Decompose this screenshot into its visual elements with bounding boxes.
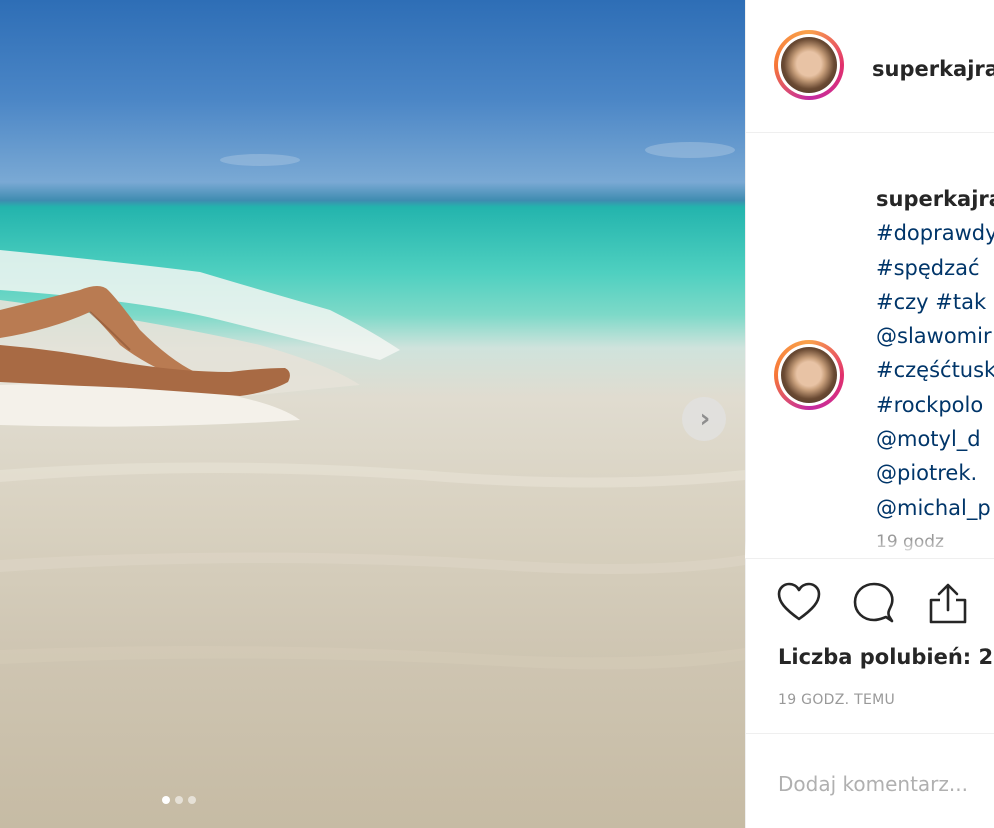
post-photo: › — [0, 0, 745, 828]
share-icon[interactable] — [925, 580, 971, 626]
caption-avatar[interactable] — [774, 340, 844, 410]
post-timestamp[interactable]: 19 GODZ. TEMU — [778, 692, 895, 708]
header-divider — [745, 132, 994, 133]
avatar-image — [781, 37, 837, 93]
caption-line[interactable]: #częśćtusk — [876, 353, 994, 387]
caption-scroll-fade — [745, 540, 994, 558]
caption-line[interactable]: #rockpolo — [876, 388, 994, 422]
avatar-image — [781, 347, 837, 403]
carousel-dot-2 — [175, 796, 183, 804]
carousel-indicator — [162, 796, 196, 804]
likes-count[interactable]: Liczba polubień: 2 — [778, 645, 993, 669]
actions-divider — [745, 558, 994, 559]
carousel-dot-1 — [162, 796, 170, 804]
carousel-dot-3 — [188, 796, 196, 804]
chevron-right-icon: › — [699, 404, 711, 434]
caption-line[interactable]: #spędzać — [876, 251, 994, 285]
caption-line[interactable]: @slawomir — [876, 319, 994, 353]
author-avatar[interactable] — [774, 30, 844, 100]
caption-line[interactable]: @michal_p — [876, 491, 994, 525]
next-photo-button[interactable]: › — [682, 397, 726, 441]
caption-author[interactable]: superkajra — [876, 182, 994, 216]
heart-icon[interactable] — [776, 580, 822, 626]
beach-scene — [0, 142, 745, 670]
comment-icon[interactable] — [851, 580, 897, 626]
caption-line[interactable]: @motyl_d — [876, 422, 994, 456]
caption-line[interactable]: @piotrek. — [876, 456, 994, 490]
caption-text: superkajra #doprawdy #spędzać #czy #tak … — [876, 182, 994, 559]
caption-line[interactable]: #czy #tak — [876, 285, 994, 319]
post-author-username[interactable]: superkajra — [872, 57, 994, 81]
caption-line[interactable]: #doprawdy — [876, 216, 994, 250]
comment-divider — [745, 733, 994, 734]
comment-input[interactable] — [778, 772, 994, 796]
